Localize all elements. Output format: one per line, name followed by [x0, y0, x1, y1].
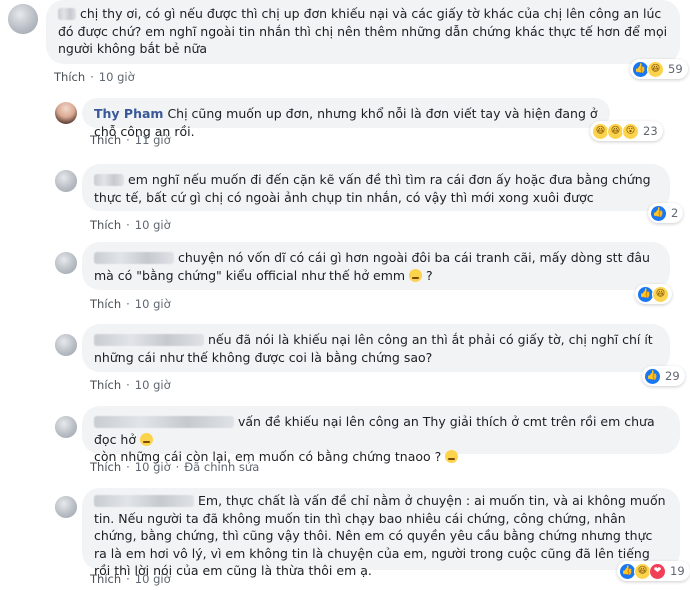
comment-meta: Thích · 10 giờ [90, 297, 171, 311]
timestamp[interactable]: 11 giờ [135, 133, 171, 147]
reply: chuyện nó vốn dĩ có cái gì hơn ngoài đôi… [0, 240, 690, 316]
reaction-count: 23 [643, 124, 658, 138]
reaction-count: 29 [665, 369, 680, 383]
comment-bubble: nếu đã nói là khiếu nại lên công an thì … [82, 324, 670, 372]
timestamp[interactable]: 10 giờ [135, 297, 171, 311]
comment-text-end: ? [426, 267, 433, 283]
redacted-name[interactable] [94, 334, 204, 346]
confused-emoji-icon [409, 268, 423, 282]
comment-bubble: vấn đề khiếu nại lên công an Thy giải th… [82, 406, 680, 464]
comment-text: chị thy ơi, có gì nếu được thì chị up đơ… [58, 6, 668, 56]
avatar[interactable] [55, 334, 77, 356]
reactions-badge[interactable]: 👍 29 [642, 366, 685, 386]
comment-meta: Thích · 11 giờ [90, 133, 171, 147]
reactions-badge[interactable]: 👍 😆 ❤ 19 [617, 561, 690, 581]
redacted-name[interactable] [94, 495, 194, 507]
comment-bubble: chị thy ơi, có gì nếu được thì chị up đơ… [46, 0, 680, 64]
surprised-emoji-icon [139, 432, 153, 446]
timestamp[interactable]: 10 giờ [135, 460, 171, 474]
avatar[interactable] [55, 252, 77, 274]
avatar[interactable] [55, 170, 77, 192]
reply: Thy Pham Chị cũng muốn up đơn, nhưng khổ … [0, 96, 690, 156]
comment-bubble: Thy Pham Chị cũng muốn up đơn, nhưng khổ … [82, 98, 610, 139]
reactions-badge[interactable]: 👍 😆 [635, 284, 672, 304]
avatar[interactable] [8, 4, 38, 34]
comment-text: chuyện nó vốn dĩ có cái gì hơn ngoài đôi… [94, 250, 650, 283]
comment-text: em nghĩ nếu muốn đi đến cặn kẽ vấn đề th… [94, 172, 651, 205]
reaction-count: 59 [668, 62, 683, 76]
avatar[interactable] [55, 416, 77, 438]
haha-reaction-icon: 😆 [647, 60, 664, 78]
reaction-count: 2 [671, 206, 679, 220]
redacted-name[interactable] [94, 416, 234, 428]
timestamp[interactable]: 10 giờ [99, 70, 135, 84]
reactions-badge[interactable]: 😆 😆 😮 23 [590, 121, 663, 141]
avatar[interactable] [55, 102, 77, 124]
reactions-badge[interactable]: 👍 2 [648, 203, 684, 223]
reply: nếu đã nói là khiếu nại lên công an thì … [0, 322, 690, 398]
love-reaction-icon: ❤ [649, 562, 666, 580]
comment-bubble: Em, thực chất là vấn đề chỉ nằm ở chuyện… [82, 488, 680, 578]
haha-reaction-icon: 😆 [652, 285, 669, 303]
edited-label[interactable]: Đã chỉnh sửa [184, 460, 259, 474]
comment-meta: Thích · 10 giờ [54, 70, 135, 84]
timestamp[interactable]: 10 giờ [135, 218, 171, 232]
like-link[interactable]: Thích [90, 378, 121, 392]
comment-bubble: em nghĩ nếu muốn đi đến cặn kẽ vấn đề th… [82, 164, 670, 211]
reactions-badge[interactable]: 👍 😆 59 [630, 59, 688, 79]
like-link[interactable]: Thích [90, 297, 121, 311]
avatar[interactable] [55, 496, 77, 518]
comment: chị thy ơi, có gì nếu được thì chị up đơ… [0, 0, 690, 95]
reply: Em, thực chất là vấn đề chỉ nằm ở chuyện… [0, 488, 690, 590]
smile-emoji-icon [445, 450, 459, 463]
timestamp[interactable]: 10 giờ [135, 378, 171, 392]
redacted-name[interactable] [94, 252, 174, 264]
redacted-name[interactable] [58, 8, 76, 20]
like-link[interactable]: Thích [90, 218, 121, 232]
redacted-name[interactable] [94, 174, 124, 186]
like-reaction-icon: 👍 [650, 204, 667, 222]
comment-meta: Thích · 10 giờ [90, 378, 171, 392]
comment-meta: Thích · 10 giờ [90, 572, 171, 586]
commenter-name[interactable]: Thy Pham [94, 106, 163, 121]
timestamp[interactable]: 10 giờ [135, 572, 171, 586]
like-link[interactable]: Thích [90, 572, 121, 586]
wow-reaction-icon: 😮 [622, 122, 639, 140]
comment-bubble: chuyện nó vốn dĩ có cái gì hơn ngoài đôi… [82, 242, 670, 290]
comment-meta: Thích · 10 giờ [90, 218, 171, 232]
like-link[interactable]: Thích [54, 70, 85, 84]
like-link[interactable]: Thích [90, 460, 121, 474]
like-link[interactable]: Thích [90, 133, 121, 147]
reply: vấn đề khiếu nại lên công an Thy giải th… [0, 404, 690, 482]
reaction-count: 19 [670, 564, 685, 578]
comment-meta: Thích · 10 giờ · Đã chỉnh sửa [90, 460, 260, 474]
reply: em nghĩ nếu muốn đi đến cặn kẽ vấn đề th… [0, 162, 690, 234]
like-reaction-icon: 👍 [644, 367, 661, 385]
